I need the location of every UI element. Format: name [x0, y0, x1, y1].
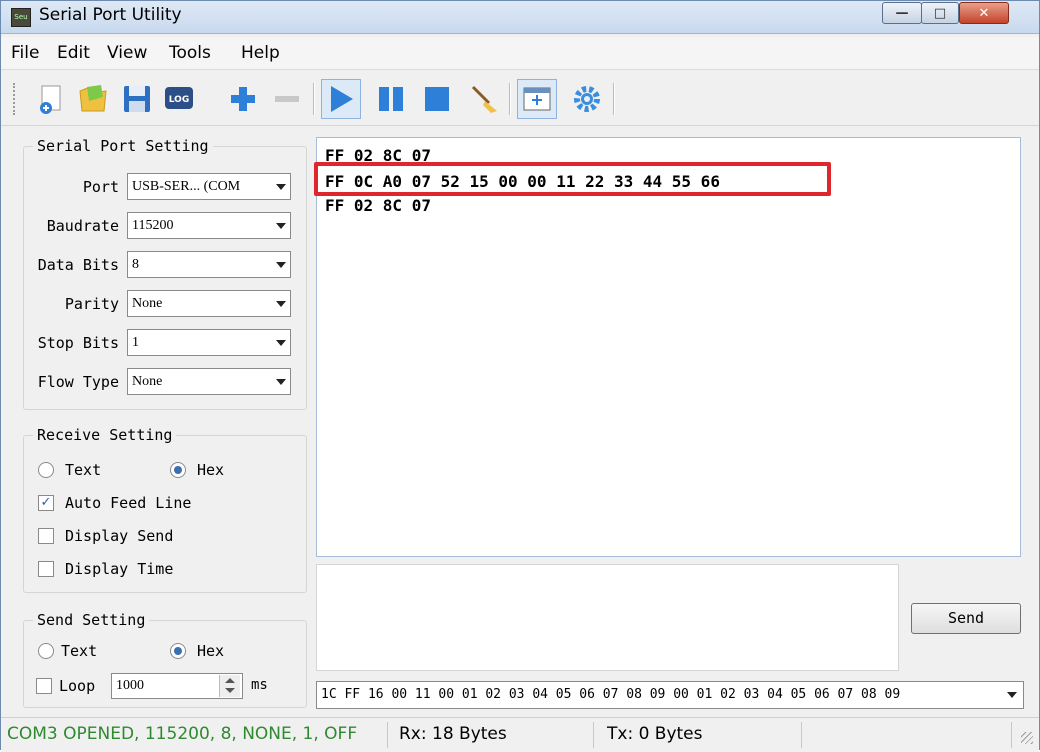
app-icon: Seu — [11, 8, 31, 27]
log-icon[interactable]: LOG — [161, 81, 197, 117]
settings-gear-icon[interactable] — [569, 81, 605, 117]
menu-view[interactable]: View — [107, 43, 147, 63]
status-divider — [801, 722, 802, 748]
data-bits-label: Data Bits — [37, 256, 119, 274]
receive-line: FF 02 8C 07 — [325, 196, 431, 215]
title-bar[interactable]: Seu Serial Port Utility — □ ✕ — [1, 1, 1039, 34]
port-select[interactable]: USB-SER... (COM — [127, 173, 291, 200]
chevron-down-icon — [1007, 692, 1017, 698]
auto-feed-line-checkbox[interactable]: ✓ — [38, 495, 54, 511]
loop-label: Loop — [59, 677, 96, 695]
plus-icon[interactable] — [225, 81, 261, 117]
display-send-checkbox[interactable] — [38, 528, 54, 544]
menu-file[interactable]: File — [11, 43, 39, 63]
status-divider — [593, 722, 594, 748]
loop-checkbox[interactable] — [36, 678, 52, 694]
play-icon[interactable] — [321, 79, 361, 119]
close-button[interactable]: ✕ — [959, 2, 1009, 24]
maximize-button[interactable]: □ — [921, 2, 959, 24]
stop-bits-value: 1 — [132, 335, 139, 350]
chevron-down-icon — [276, 340, 286, 346]
port-label: Port — [82, 178, 119, 196]
receive-text-label: Text — [65, 461, 102, 479]
spinner-down-icon[interactable] — [225, 688, 235, 693]
parity-select[interactable]: None — [127, 290, 291, 317]
receive-hex-label: Hex — [197, 461, 225, 479]
display-send-label: Display Send — [65, 527, 174, 545]
display-time-checkbox[interactable] — [38, 561, 54, 577]
parity-label: Parity — [64, 295, 119, 313]
chevron-down-icon — [276, 379, 286, 385]
add-window-icon[interactable] — [517, 79, 557, 119]
menu-tools[interactable]: Tools — [169, 43, 211, 63]
send-history-value: 1C FF 16 00 11 00 01 02 03 04 05 06 07 0… — [321, 687, 901, 702]
loop-interval-spinner[interactable] — [219, 675, 240, 697]
toolbar-separator — [613, 83, 615, 115]
chevron-down-icon — [276, 184, 286, 190]
status-divider — [387, 722, 388, 748]
resize-grip-icon[interactable] — [1021, 732, 1033, 744]
receive-text-radio[interactable] — [38, 462, 54, 478]
tx-count: Tx: 0 Bytes — [607, 724, 703, 744]
send-button[interactable]: Send — [911, 603, 1021, 634]
chevron-down-icon — [276, 301, 286, 307]
log-icon-text: LOG — [169, 95, 189, 105]
status-divider — [1011, 722, 1012, 748]
menu-bar: File Edit View Tools Help — [1, 37, 1039, 70]
auto-feed-line-label: Auto Feed Line — [65, 494, 192, 512]
loop-unit-label: ms — [251, 677, 268, 693]
connection-status: COM3 OPENED, 115200, 8, NONE, 1, OFF — [7, 724, 358, 744]
spinner-up-icon[interactable] — [225, 678, 235, 683]
minimize-button[interactable]: — — [882, 2, 922, 24]
data-bits-select[interactable]: 8 — [127, 251, 291, 278]
toolbar: LOG — [1, 73, 1039, 126]
stop-bits-label: Stop Bits — [37, 334, 119, 352]
window-title: Serial Port Utility — [39, 5, 182, 25]
new-file-icon[interactable] — [33, 81, 69, 117]
baudrate-value: 115200 — [132, 218, 174, 233]
app-window: Seu Serial Port Utility — □ ✕ File Edit … — [0, 0, 1040, 752]
open-folder-icon[interactable] — [75, 81, 111, 117]
receive-setting-title: Receive Setting — [33, 426, 177, 444]
send-text-radio[interactable] — [38, 643, 54, 659]
send-hex-label: Hex — [197, 642, 225, 660]
send-history-select[interactable]: 1C FF 16 00 11 00 01 02 03 04 05 06 07 0… — [316, 681, 1024, 709]
stop-bits-select[interactable]: 1 — [127, 329, 291, 356]
minus-icon[interactable] — [269, 81, 305, 117]
menu-edit[interactable]: Edit — [57, 43, 90, 63]
toolbar-separator — [313, 83, 315, 115]
receive-hex-radio[interactable] — [170, 462, 186, 478]
menu-help[interactable]: Help — [241, 43, 280, 63]
flow-type-select[interactable]: None — [127, 368, 291, 395]
flow-type-value: None — [132, 374, 163, 389]
baudrate-label: Baudrate — [46, 217, 119, 235]
data-bits-value: 8 — [132, 257, 139, 272]
send-text-label: Text — [61, 642, 98, 660]
baudrate-select[interactable]: 115200 — [127, 212, 291, 239]
status-bar: COM3 OPENED, 115200, 8, NONE, 1, OFF Rx:… — [1, 717, 1039, 752]
flow-type-label: Flow Type — [37, 373, 119, 391]
serial-port-setting-title: Serial Port Setting — [33, 137, 213, 155]
stop-icon[interactable] — [419, 81, 455, 117]
send-hex-radio[interactable] — [170, 643, 186, 659]
pause-icon[interactable] — [373, 81, 409, 117]
port-value: USB-SER... (COM — [132, 179, 241, 194]
send-setting-title: Send Setting — [33, 611, 150, 629]
parity-value: None — [132, 296, 163, 311]
toolbar-separator — [509, 83, 511, 115]
chevron-down-icon — [276, 262, 286, 268]
clear-broom-icon[interactable] — [467, 81, 503, 117]
rx-count: Rx: 18 Bytes — [399, 724, 507, 744]
send-data-input[interactable] — [316, 564, 899, 671]
highlight-box — [314, 162, 831, 196]
save-icon[interactable] — [119, 81, 155, 117]
chevron-down-icon — [276, 223, 286, 229]
receive-data-area[interactable]: FF 02 8C 07 FF 0C A0 07 52 15 00 00 11 2… — [316, 137, 1021, 557]
display-time-label: Display Time — [65, 560, 174, 578]
toolbar-grip — [13, 83, 18, 115]
